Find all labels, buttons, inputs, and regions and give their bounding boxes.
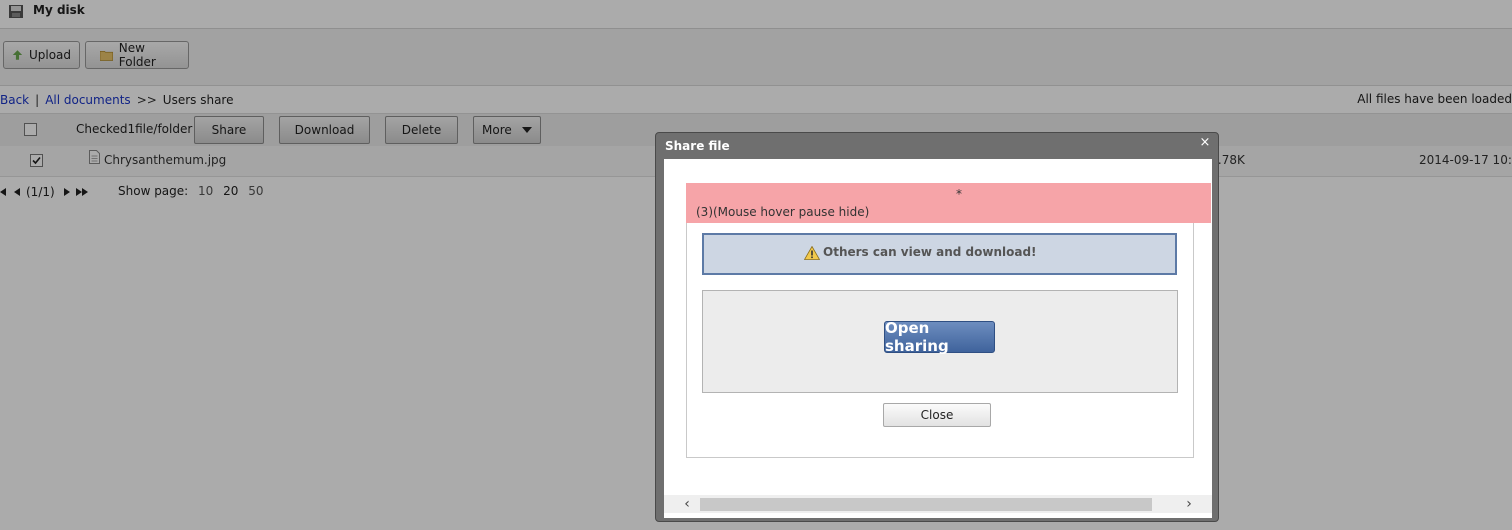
close-button[interactable]: Close [883,403,991,427]
open-sharing-label: Open sharing [885,319,949,355]
share-box: Open sharing [702,290,1178,393]
close-icon[interactable]: × [1198,136,1212,150]
scroll-right-icon[interactable]: › [1180,497,1198,511]
alert-message: (3)(Mouse hover pause hide) [696,205,870,219]
close-label: Close [920,408,954,422]
warning-text: Others can view and download! [823,245,1037,259]
alert-bar: * (3)(Mouse hover pause hide) [686,183,1211,223]
dialog-title: Share file [665,139,730,153]
warning-icon [804,246,820,260]
share-dialog: Share file × * (3)(Mouse hover pause hid… [655,132,1219,522]
scroll-thumb[interactable] [700,498,1152,511]
alert-star: * [956,187,962,201]
dialog-body: * (3)(Mouse hover pause hide) Others can… [664,159,1212,518]
warning-box: Others can view and download! [702,233,1177,275]
open-sharing-button[interactable]: Open sharing [884,319,995,355]
horizontal-scrollbar[interactable]: ‹ › [664,495,1212,513]
scroll-left-icon[interactable]: ‹ [678,497,696,511]
dialog-header[interactable]: Share file × [656,133,1218,157]
